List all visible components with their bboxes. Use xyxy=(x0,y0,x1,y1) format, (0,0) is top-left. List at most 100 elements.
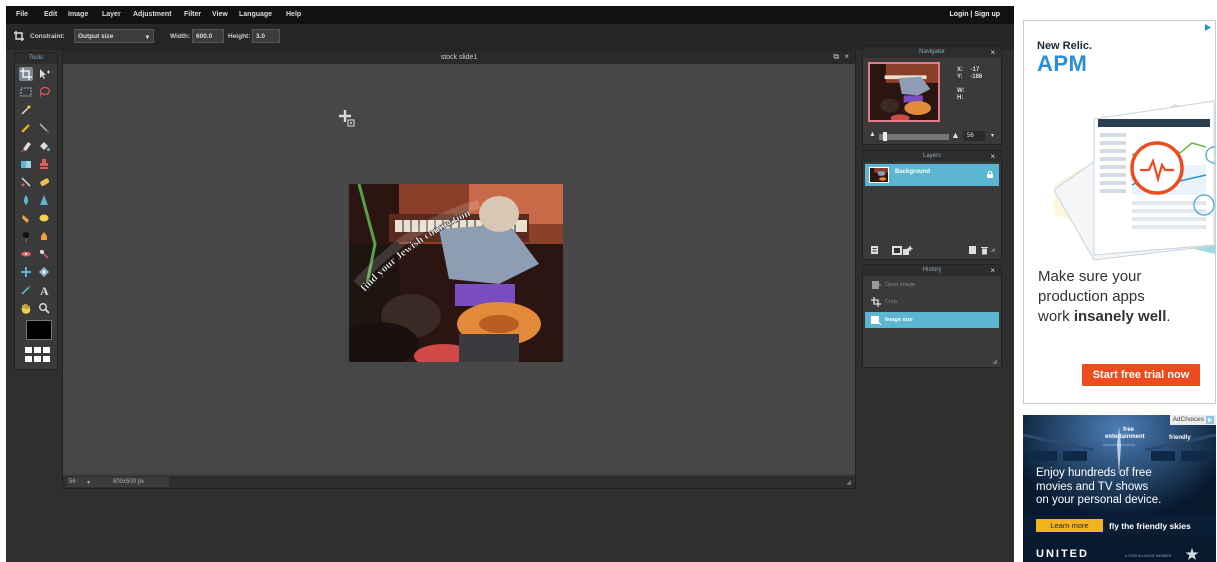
ad-free-label: free xyxy=(1123,427,1135,433)
width-input[interactable]: 600.0 xyxy=(192,29,224,43)
dashboard-screens-illustration xyxy=(1054,100,1215,261)
magic-wand-tool[interactable] xyxy=(19,103,33,117)
menu-language[interactable]: Language xyxy=(239,11,272,18)
color-replace-icon xyxy=(21,177,31,187)
menu-image[interactable]: Image xyxy=(68,11,88,18)
menu-filter[interactable]: Filter xyxy=(184,11,201,18)
layer-toolbar: ◢ xyxy=(871,246,995,256)
eraser-icon xyxy=(21,142,31,152)
canvas-zoom-input[interactable]: 56 xyxy=(69,479,76,485)
navigator-zoom-input[interactable]: 56 xyxy=(963,131,985,141)
foreground-color-swatch[interactable] xyxy=(26,320,52,340)
blur-tool[interactable] xyxy=(19,193,33,207)
zoom-out-icon[interactable]: ▲ xyxy=(869,131,876,138)
lasso-tool[interactable] xyxy=(37,85,51,99)
ad-headline: Enjoy hundreds of free movies and TV sho… xyxy=(1036,467,1214,508)
smudge-tool[interactable] xyxy=(19,211,33,225)
adchoices-badge[interactable]: AdChoices xyxy=(1169,415,1216,425)
gradient-icon xyxy=(21,161,31,168)
ad-copy-emphasis: insanely well xyxy=(1073,308,1167,325)
layer-settings-icon[interactable] xyxy=(871,246,879,255)
fill-bucket-tool[interactable] xyxy=(37,139,51,153)
move-icon xyxy=(40,69,50,79)
sharpen-tool[interactable] xyxy=(37,193,51,207)
new-layer-icon[interactable] xyxy=(969,246,977,255)
pinch-tool[interactable] xyxy=(19,265,33,279)
menu-file[interactable]: File xyxy=(16,11,28,18)
ad-friendly-label: friendly xyxy=(1169,435,1191,441)
close-icon[interactable]: × xyxy=(990,151,995,162)
close-icon[interactable]: × xyxy=(990,265,995,276)
brush-tool[interactable] xyxy=(37,121,51,135)
layer-styles-icon[interactable] xyxy=(903,246,913,255)
menu-layer[interactable]: Layer xyxy=(102,11,121,18)
x-value: -17 xyxy=(970,67,980,73)
zoom-in-icon[interactable]: ▲ xyxy=(951,130,960,140)
pencil-icon xyxy=(20,124,30,134)
triangle-icon xyxy=(40,195,48,205)
marquee-tool[interactable] xyxy=(19,85,33,99)
zoom-tool[interactable] xyxy=(37,301,51,315)
clone-stamp-tool[interactable] xyxy=(37,157,51,171)
y-value: -186 xyxy=(970,74,983,80)
menu-view[interactable]: View xyxy=(212,11,228,18)
resize-grip-icon[interactable]: ◢ xyxy=(846,479,851,486)
advertisement-newrelic[interactable]: New Relic. APM Make sure your production… xyxy=(1023,20,1216,404)
trash-icon[interactable] xyxy=(981,246,989,255)
learn-more-button[interactable]: Learn more xyxy=(1036,519,1103,532)
canvas-image[interactable]: find your Jewish connection xyxy=(349,184,563,362)
color-replace-tool[interactable] xyxy=(19,175,33,189)
type-tool[interactable]: A xyxy=(37,283,51,297)
history-item[interactable]: Open image xyxy=(865,278,999,292)
layer-item[interactable]: Background xyxy=(865,164,999,186)
advertisement-united[interactable]: AdChoices free entertainment friendly En… xyxy=(1023,415,1216,562)
history-item[interactable]: Crop xyxy=(865,295,999,309)
hand-tool[interactable] xyxy=(19,301,33,315)
crop-tool[interactable] xyxy=(19,67,33,81)
resize-grip-icon[interactable]: ◢ xyxy=(992,358,997,365)
navigator-coordinates: X: -17 Y: -186 W: H: xyxy=(957,67,982,102)
red-eye-tool[interactable] xyxy=(19,247,33,261)
zoom-slider-track[interactable] xyxy=(879,134,949,140)
spot-heal-tool[interactable] xyxy=(37,175,51,189)
navigator-thumbnail[interactable] xyxy=(868,62,940,122)
close-icon[interactable]: × xyxy=(990,47,995,58)
login-signup-link[interactable]: Login | Sign up xyxy=(949,11,1000,18)
open-image-icon xyxy=(872,281,881,289)
zoom-dropdown-icon[interactable]: ▾ xyxy=(87,479,90,486)
zoom-dropdown-icon[interactable]: ▾ xyxy=(991,132,994,139)
lock-icon[interactable] xyxy=(987,171,993,178)
zoom-slider-thumb[interactable] xyxy=(883,132,887,141)
crop-cursor-icon xyxy=(339,110,355,127)
height-input[interactable]: 3.0 xyxy=(252,29,280,43)
start-free-trial-button[interactable]: Start free trial now xyxy=(1082,364,1200,386)
history-title: History xyxy=(922,267,942,273)
menu-help[interactable]: Help xyxy=(286,11,301,18)
dodge-tool[interactable] xyxy=(19,229,33,243)
menu-adjustment[interactable]: Adjustment xyxy=(133,11,172,18)
bloat-tool[interactable] xyxy=(37,247,51,261)
layer-mask-icon[interactable] xyxy=(892,246,902,255)
drawing-tool[interactable] xyxy=(37,265,51,279)
ad-entertainment-label: entertainment xyxy=(1105,434,1145,440)
burn-tool[interactable] xyxy=(37,229,51,243)
eraser-tool[interactable] xyxy=(19,139,33,153)
history-label: Open image xyxy=(885,282,915,288)
pencil-tool[interactable] xyxy=(19,121,33,135)
color-grid-icon[interactable] xyxy=(25,346,51,364)
history-item-selected[interactable]: Image size xyxy=(865,312,999,328)
canvas-area[interactable]: find your Jewish connection xyxy=(63,64,855,474)
adchoices-icon[interactable] xyxy=(1203,23,1212,32)
resize-grip-icon[interactable]: ◢ xyxy=(990,246,995,253)
gradient-tool[interactable] xyxy=(19,157,33,171)
move-tool[interactable] xyxy=(37,67,51,81)
color-picker-tool[interactable] xyxy=(19,283,33,297)
sponge-tool[interactable] xyxy=(37,211,51,225)
constraint-select[interactable]: Output size ▾ xyxy=(74,29,154,43)
restore-icon[interactable]: ⧉ xyxy=(833,52,839,61)
bandage-icon xyxy=(40,178,50,186)
close-icon[interactable]: × xyxy=(844,52,849,61)
crop-icon xyxy=(871,297,881,307)
band-photo-illustration: find your Jewish connection xyxy=(349,184,563,362)
menu-edit[interactable]: Edit xyxy=(44,11,57,18)
